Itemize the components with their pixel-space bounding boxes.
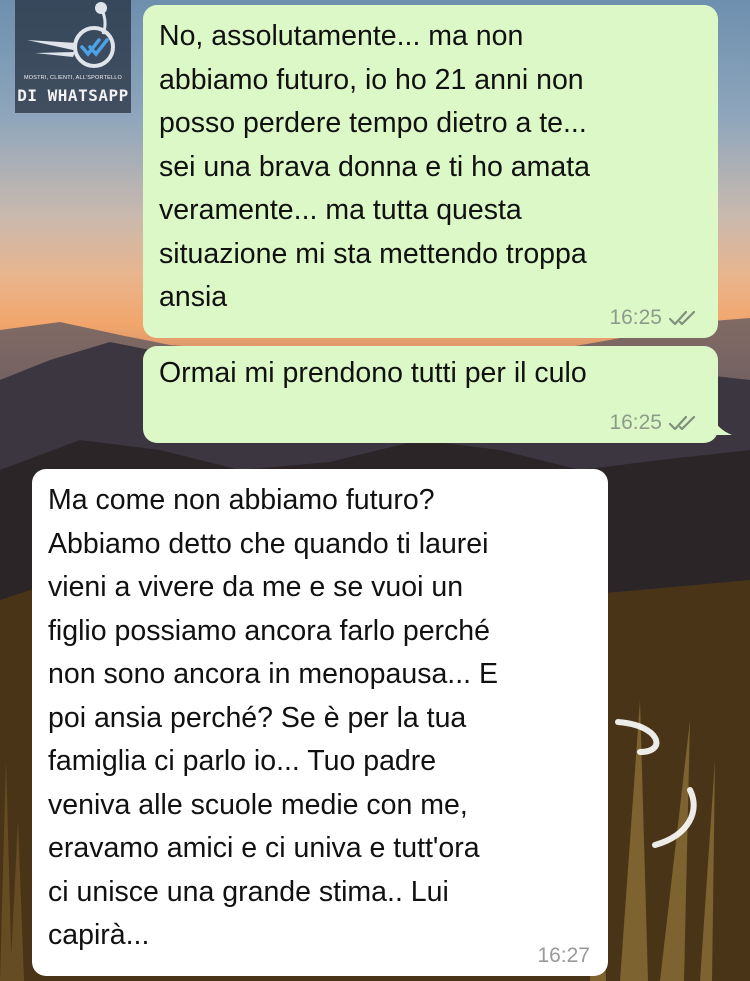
message-time: 16:25	[609, 411, 662, 434]
watermark-tagline: Mostri, clienti, all'sportello	[23, 75, 123, 81]
watermark-name: DI WHATSAPP	[17, 86, 129, 105]
outgoing-message-bubble[interactable]: No, assolutamente... ma non abbiamo futu…	[143, 5, 718, 338]
message-text: Ormai mi prendono tutti per il culo	[159, 357, 587, 389]
double-check-icon	[668, 415, 696, 431]
message-meta: 16:25	[609, 412, 700, 434]
message-meta: 16:27	[537, 945, 590, 967]
message-text: Ma come non abbiamo futuro? Abbiamo dett…	[48, 484, 498, 951]
message-text: No, assolutamente... ma non abbiamo futu…	[159, 20, 590, 313]
message-time: 16:27	[537, 944, 590, 967]
check-badge-icon	[27, 2, 115, 68]
message-time: 16:25	[609, 306, 662, 329]
incoming-message-bubble[interactable]: Ma come non abbiamo futuro? Abbiamo dett…	[32, 469, 608, 976]
message-meta: 16:25	[609, 307, 700, 329]
whatsapp-watermark-logo: Mostri, clienti, all'sportello DI WHATSA…	[15, 0, 131, 113]
double-check-icon	[668, 310, 696, 326]
outgoing-message-bubble[interactable]: Ormai mi prendono tutti per il culo 16:2…	[143, 346, 732, 443]
bubble-tail	[710, 415, 732, 435]
